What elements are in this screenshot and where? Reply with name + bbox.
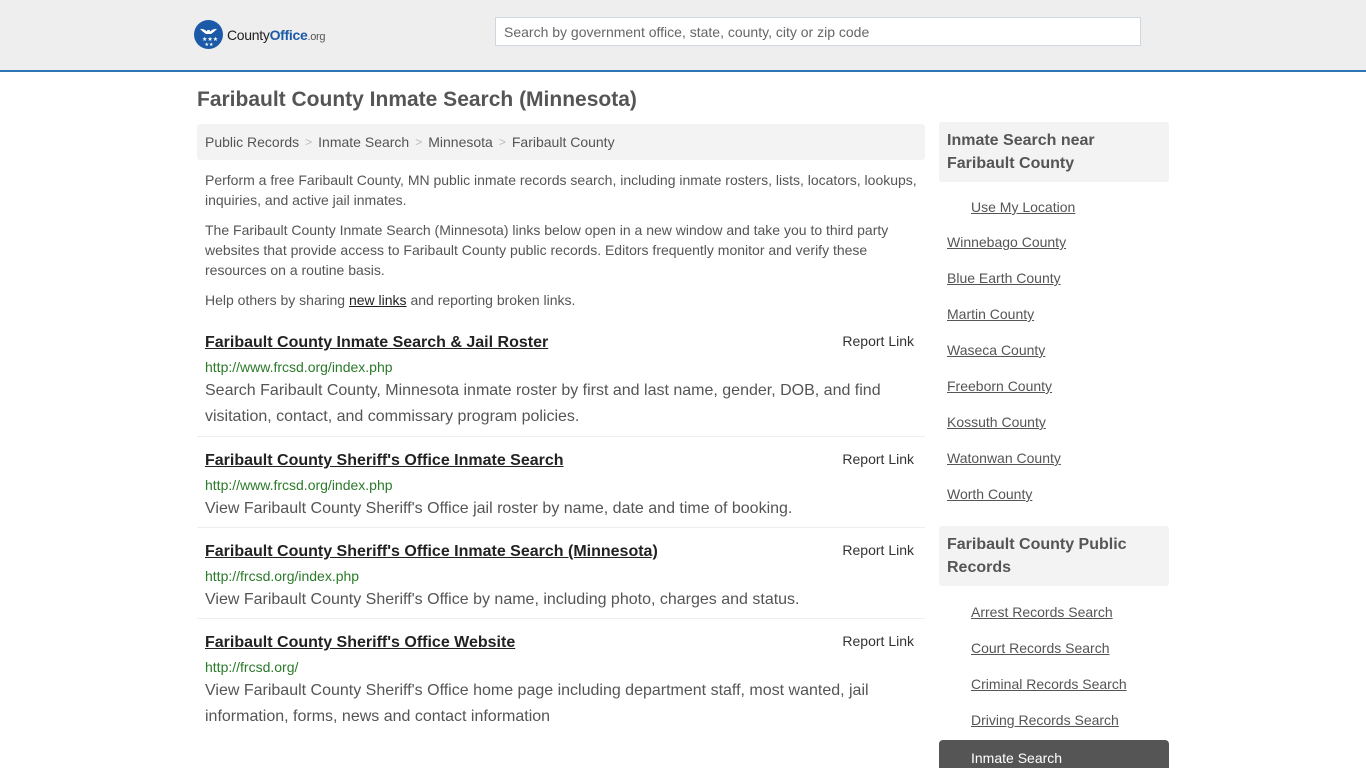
report-link-button[interactable]: Report Link: [842, 542, 914, 558]
result-item: Faribault County Sheriff's Office Inmate…: [197, 528, 925, 619]
criminal-records-link[interactable]: Criminal Records Search: [971, 676, 1127, 692]
nearby-county-link[interactable]: Waseca County: [947, 342, 1045, 358]
logo-office-text: Office: [269, 26, 308, 43]
nearby-county-link[interactable]: Worth County: [947, 486, 1032, 502]
intro-text: Perform a free Faribault County, MN publ…: [205, 170, 920, 320]
list-item: Kossuth County: [939, 404, 1169, 440]
result-url: http://www.frcsd.org/index.php: [205, 359, 393, 375]
breadcrumb-public-records[interactable]: Public Records: [205, 134, 299, 150]
logo-org-text: .org: [307, 30, 326, 43]
site-header: ★★★ ★★ CountyOffice.org: [0, 0, 1366, 72]
list-item: Worth County: [939, 476, 1169, 512]
result-title-link[interactable]: Faribault County Sheriff's Office Inmate…: [205, 450, 564, 472]
result-title-link[interactable]: Faribault County Sheriff's Office Inmate…: [205, 541, 658, 563]
result-title-link[interactable]: Faribault County Sheriff's Office Websit…: [205, 632, 515, 654]
intro-paragraph-1: Perform a free Faribault County, MN publ…: [205, 172, 917, 208]
court-records-link[interactable]: Court Records Search: [971, 640, 1110, 656]
svg-text:★★: ★★: [205, 42, 214, 48]
report-link-button[interactable]: Report Link: [842, 451, 914, 467]
result-description: View Faribault County Sheriff's Office h…: [205, 682, 869, 725]
breadcrumb-current: Faribault County: [511, 134, 615, 150]
result-item: Faribault County Inmate Search & Jail Ro…: [197, 326, 925, 437]
result-url: http://frcsd.org/: [205, 659, 299, 675]
list-item: Use My Location: [939, 190, 1169, 224]
arrest-records-link[interactable]: Arrest Records Search: [971, 604, 1113, 620]
nearby-county-list: Use My Location Winnebago County Blue Ea…: [939, 182, 1169, 522]
results-list: Faribault County Inmate Search & Jail Ro…: [197, 326, 925, 768]
use-my-location-link[interactable]: Use My Location: [971, 199, 1075, 215]
public-records-block: Faribault County Public Records Arrest R…: [939, 526, 1169, 768]
breadcrumb-separator: >: [305, 135, 313, 149]
list-item: Watonwan County: [939, 440, 1169, 476]
list-item: Winnebago County: [939, 224, 1169, 260]
intro-paragraph-3: Help others by sharing new links and rep…: [205, 290, 920, 310]
result-item: Faribault County Sheriff's Office Inmate…: [197, 437, 925, 528]
intro-paragraph-2: The Faribault County Inmate Search (Minn…: [205, 222, 889, 278]
driving-records-link[interactable]: Driving Records Search: [971, 712, 1119, 728]
list-item: Martin County: [939, 296, 1169, 332]
list-item: Waseca County: [939, 332, 1169, 368]
nearby-county-link[interactable]: Watonwan County: [947, 450, 1061, 466]
eagle-logo-icon: ★★★ ★★: [194, 20, 223, 49]
breadcrumb-minnesota[interactable]: Minnesota: [428, 134, 493, 150]
nearby-heading: Inmate Search near Faribault County: [939, 122, 1169, 182]
result-title-link[interactable]: Faribault County Inmate Search & Jail Ro…: [205, 332, 548, 354]
result-description: Search Faribault County, Minnesota inmat…: [205, 382, 881, 425]
page-title: Faribault County Inmate Search (Minnesot…: [197, 88, 637, 111]
new-links-link[interactable]: new links: [349, 292, 407, 308]
site-search-input[interactable]: [495, 17, 1141, 46]
breadcrumb-separator: >: [415, 135, 423, 149]
report-link-button[interactable]: Report Link: [842, 633, 914, 649]
list-item: Arrest Records Search: [939, 594, 1169, 630]
list-item: Blue Earth County: [939, 260, 1169, 296]
public-records-list: Arrest Records Search Court Records Sear…: [939, 586, 1169, 768]
list-item: Freeborn County: [939, 368, 1169, 404]
result-description: View Faribault County Sheriff's Office j…: [205, 500, 793, 517]
inmate-search-link[interactable]: Inmate Search: [971, 750, 1062, 766]
nearby-county-link[interactable]: Kossuth County: [947, 414, 1046, 430]
intro-p3-text: and reporting broken links.: [406, 292, 576, 308]
result-item: Faribault County Sheriff's Office Websit…: [197, 619, 925, 768]
nearby-county-link[interactable]: Winnebago County: [947, 234, 1066, 250]
nearby-county-link[interactable]: Freeborn County: [947, 378, 1052, 394]
intro-p3-text: Help others by sharing: [205, 292, 349, 308]
sidebar: Inmate Search near Faribault County Use …: [939, 122, 1169, 768]
list-item: Driving Records Search: [939, 702, 1169, 738]
logo-county-text: County: [227, 26, 270, 43]
nearby-county-link[interactable]: Martin County: [947, 306, 1034, 322]
result-url: http://www.frcsd.org/index.php: [205, 477, 393, 493]
list-item: Criminal Records Search: [939, 666, 1169, 702]
breadcrumb-separator: >: [498, 135, 506, 149]
result-description: View Faribault County Sheriff's Office b…: [205, 591, 800, 608]
list-item-active: Inmate Search: [939, 740, 1169, 768]
result-url: http://frcsd.org/index.php: [205, 568, 360, 584]
breadcrumb-inmate-search[interactable]: Inmate Search: [318, 134, 409, 150]
site-logo[interactable]: ★★★ ★★ CountyOffice.org: [194, 20, 326, 49]
public-records-heading: Faribault County Public Records: [939, 526, 1169, 586]
logo-wordmark: CountyOffice.org: [227, 26, 326, 43]
breadcrumb: Public Records > Inmate Search > Minneso…: [197, 124, 925, 160]
list-item: Court Records Search: [939, 630, 1169, 666]
nearby-county-link[interactable]: Blue Earth County: [947, 270, 1061, 286]
report-link-button[interactable]: Report Link: [842, 333, 914, 349]
